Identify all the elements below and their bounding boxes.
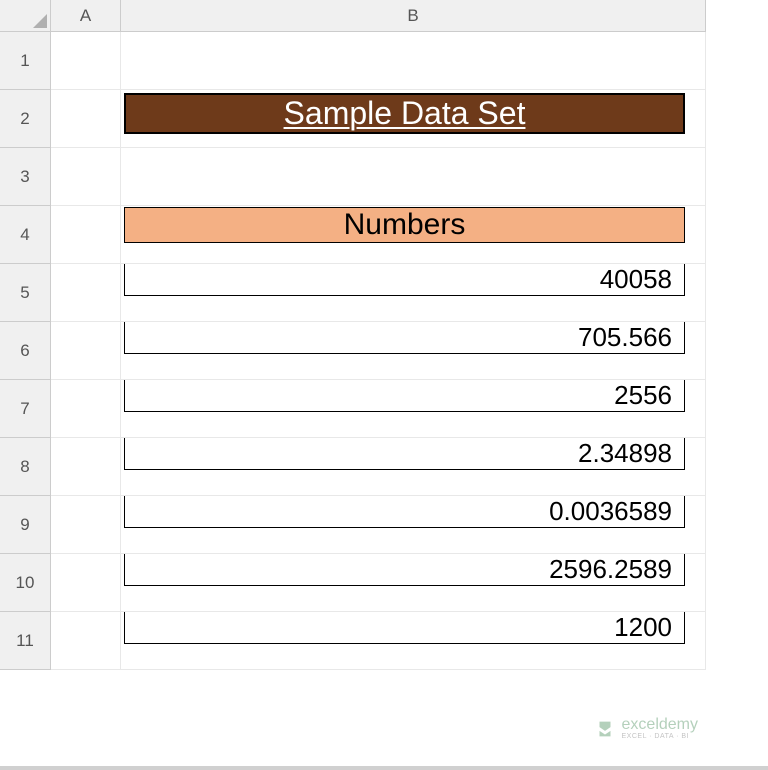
row-header-1[interactable]: 1 bbox=[0, 32, 51, 90]
cell-b4[interactable]: Numbers bbox=[121, 206, 706, 264]
row-header-6[interactable]: 6 bbox=[0, 322, 51, 380]
cell-a2[interactable] bbox=[51, 90, 121, 148]
cell-a6[interactable] bbox=[51, 322, 121, 380]
data-cell: 2596.2589 bbox=[124, 554, 685, 586]
cell-b10[interactable]: 2596.2589 bbox=[121, 554, 706, 612]
table-header: Numbers bbox=[124, 207, 685, 243]
data-cell: 2556 bbox=[124, 380, 685, 412]
row-header-5[interactable]: 5 bbox=[0, 264, 51, 322]
cell-a7[interactable] bbox=[51, 380, 121, 438]
cell-a8[interactable] bbox=[51, 438, 121, 496]
bottom-border bbox=[0, 766, 768, 770]
cell-b7[interactable]: 2556 bbox=[121, 380, 706, 438]
cell-b11[interactable]: 1200 bbox=[121, 612, 706, 670]
cell-a10[interactable] bbox=[51, 554, 121, 612]
data-cell: 705.566 bbox=[124, 322, 685, 354]
data-cell: 0.0036589 bbox=[124, 496, 685, 528]
watermark-sub: EXCEL · DATA · BI bbox=[622, 733, 698, 740]
logo-icon bbox=[594, 718, 616, 740]
cell-a11[interactable] bbox=[51, 612, 121, 670]
cell-a5[interactable] bbox=[51, 264, 121, 322]
cell-b3[interactable] bbox=[121, 148, 706, 206]
column-header-b[interactable]: B bbox=[121, 0, 706, 32]
row-header-7[interactable]: 7 bbox=[0, 380, 51, 438]
cell-b2[interactable]: Sample Data Set bbox=[121, 90, 706, 148]
row-header-2[interactable]: 2 bbox=[0, 90, 51, 148]
cell-a9[interactable] bbox=[51, 496, 121, 554]
watermark: exceldemy EXCEL · DATA · BI bbox=[594, 717, 698, 740]
watermark-main: exceldemy bbox=[622, 717, 698, 733]
cell-a4[interactable] bbox=[51, 206, 121, 264]
row-header-9[interactable]: 9 bbox=[0, 496, 51, 554]
cell-b9[interactable]: 0.0036589 bbox=[121, 496, 706, 554]
row-header-10[interactable]: 10 bbox=[0, 554, 51, 612]
cell-b5[interactable]: 40058 bbox=[121, 264, 706, 322]
cell-b8[interactable]: 2.34898 bbox=[121, 438, 706, 496]
select-all-corner[interactable] bbox=[0, 0, 51, 32]
row-header-3[interactable]: 3 bbox=[0, 148, 51, 206]
title-cell: Sample Data Set bbox=[124, 93, 685, 134]
data-cell: 2.34898 bbox=[124, 438, 685, 470]
column-header-a[interactable]: A bbox=[51, 0, 121, 32]
watermark-text: exceldemy EXCEL · DATA · BI bbox=[622, 717, 698, 740]
row-header-11[interactable]: 11 bbox=[0, 612, 51, 670]
data-cell: 1200 bbox=[124, 612, 685, 644]
row-header-4[interactable]: 4 bbox=[0, 206, 51, 264]
cell-b1[interactable] bbox=[121, 32, 706, 90]
cell-a3[interactable] bbox=[51, 148, 121, 206]
row-header-8[interactable]: 8 bbox=[0, 438, 51, 496]
cell-b6[interactable]: 705.566 bbox=[121, 322, 706, 380]
cell-a1[interactable] bbox=[51, 32, 121, 90]
spreadsheet-grid: A B 1 2 Sample Data Set 3 4 Numbers 5 40… bbox=[0, 0, 768, 670]
data-cell: 40058 bbox=[124, 264, 685, 296]
